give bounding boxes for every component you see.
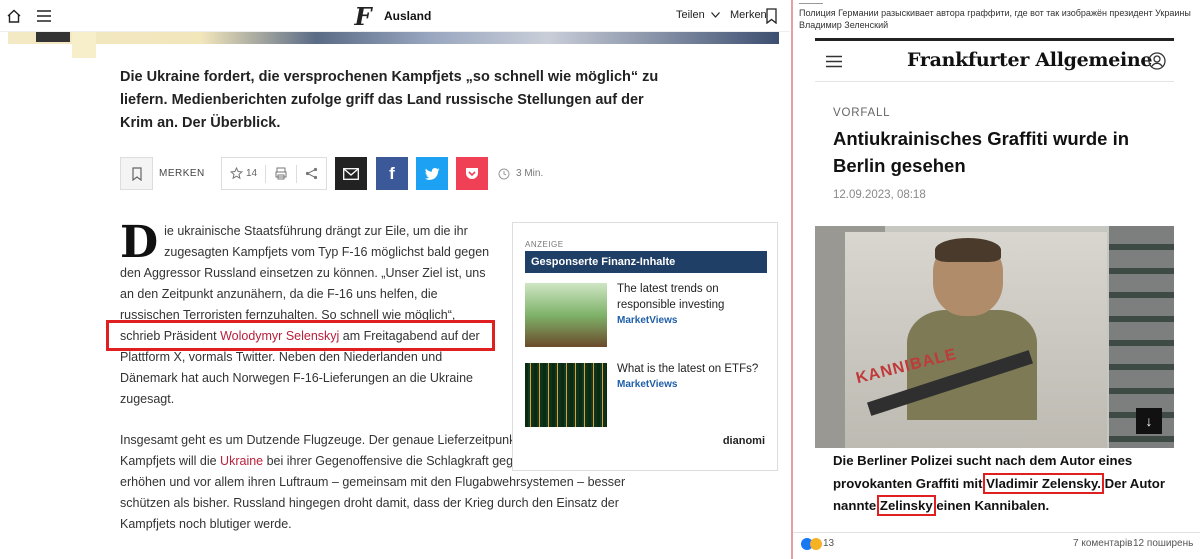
clock-icon (496, 157, 512, 190)
bookmark-button[interactable] (120, 157, 153, 190)
social-post-panel: Полиция Германии разыскивает автора граф… (793, 0, 1200, 559)
ad-label: ANZEIGE (525, 240, 564, 249)
article-lead: Die Ukraine fordert, die versprochenen K… (120, 69, 659, 131)
article-date: 12.09.2023, 08:18 (833, 189, 926, 201)
decorative-block (72, 32, 96, 58)
section-title[interactable]: Ausland (384, 9, 431, 23)
separator (296, 164, 298, 183)
haha-reaction-icon (810, 538, 822, 550)
email-share-button[interactable] (335, 157, 367, 190)
ukraine-link[interactable]: Ukraine (220, 454, 263, 468)
ad-title: Gesponserte Finanz-Inhalte (525, 251, 767, 273)
reading-time: 3 Min. (516, 168, 544, 179)
print-icon[interactable] (274, 167, 288, 180)
header-divider (815, 81, 1174, 82)
lead-text-c: einen Kannibalen. (932, 498, 1050, 513)
dianomi-logo[interactable]: dianomi (723, 435, 765, 447)
reaction-count[interactable]: 13 (823, 538, 834, 549)
article-screenshot: Frankfurter Allgemeine VORFALL Antiukrai… (815, 38, 1174, 530)
figure-hair (935, 238, 1001, 262)
top-navigation-bar: F Ausland Teilen Merken (0, 0, 790, 32)
bookmark-label[interactable]: Merken (730, 9, 767, 21)
bookmark-icon (131, 166, 142, 181)
user-account-icon[interactable] (1147, 51, 1167, 71)
facebook-share-button[interactable]: f (376, 157, 408, 190)
star-icon[interactable] (229, 167, 243, 180)
reaction-icons[interactable] (801, 538, 822, 550)
separator (265, 164, 267, 183)
bookmark-button-label[interactable]: MERKEN (159, 157, 209, 190)
twitter-share-button[interactable] (416, 157, 448, 190)
masthead: Frankfurter Allgemeine (907, 49, 1153, 71)
twitter-bird-icon (424, 167, 439, 180)
post-caption: Полиция Германии разыскивает автора граф… (799, 8, 1191, 30)
hamburger-menu-icon[interactable] (825, 53, 843, 69)
highlighted-name-2: Zelinsky (876, 495, 936, 516)
bookmark-icon[interactable] (764, 6, 778, 26)
paragraph-1: Die ukrainische Staatsführung drängt zur… (120, 221, 492, 410)
share-menu-button[interactable]: Teilen (676, 9, 720, 21)
faz-logo[interactable]: F (352, 2, 374, 31)
share-menu-label: Teilen (676, 9, 705, 21)
ad-thumbnail-plant[interactable] (525, 283, 607, 347)
image-caption-toggle[interactable] (36, 32, 70, 42)
facebook-icon: f (389, 163, 395, 183)
ad-item-1-title[interactable]: The latest trends on responsible investi… (617, 281, 767, 313)
article-title: Antiukrainisches Graffiti wurde in Berli… (833, 128, 1130, 176)
shares-count[interactable]: 12 поширень (1133, 538, 1193, 549)
envelope-icon (343, 167, 359, 180)
sponsored-ad-box: ANZEIGE Gesponserte Finanz-Inhalte The l… (512, 222, 778, 471)
ad-item-2-source[interactable]: MarketViews (617, 379, 677, 390)
ad-item-2-title[interactable]: What is the latest on ETFs? (617, 361, 767, 377)
action-group: 14 (221, 157, 327, 190)
hero-image-strip (8, 32, 779, 58)
pocket-share-button[interactable] (456, 157, 488, 190)
faz-article-panel: F Ausland Teilen Merken Die Ukraine ford… (0, 0, 790, 559)
drop-cap: D (120, 217, 159, 268)
chevron-down-icon (710, 12, 720, 18)
graffiti-photo: KANNIBALE ↓ (815, 226, 1174, 448)
home-icon[interactable] (4, 5, 24, 27)
share-icon[interactable] (305, 167, 318, 180)
ad-thumbnail-stock-board[interactable] (525, 363, 607, 427)
kicker: VORFALL (833, 107, 891, 119)
article-lead: Die Berliner Polizei sucht nach dem Auto… (833, 450, 1168, 518)
hamburger-menu-icon[interactable] (34, 5, 54, 27)
like-count: 14 (245, 168, 258, 179)
pocket-icon (466, 168, 478, 179)
highlighted-name-1: Vladimir Zelensky. (983, 472, 1104, 494)
ad-item-1-source[interactable]: MarketViews (617, 315, 677, 326)
comments-count[interactable]: 7 коментарів (1073, 538, 1132, 549)
arrow-down-icon[interactable]: ↓ (1136, 408, 1162, 434)
highlight-box (106, 320, 495, 351)
divider-line (799, 3, 823, 4)
post-footer: 13 7 коментарів 12 поширень (793, 532, 1200, 559)
